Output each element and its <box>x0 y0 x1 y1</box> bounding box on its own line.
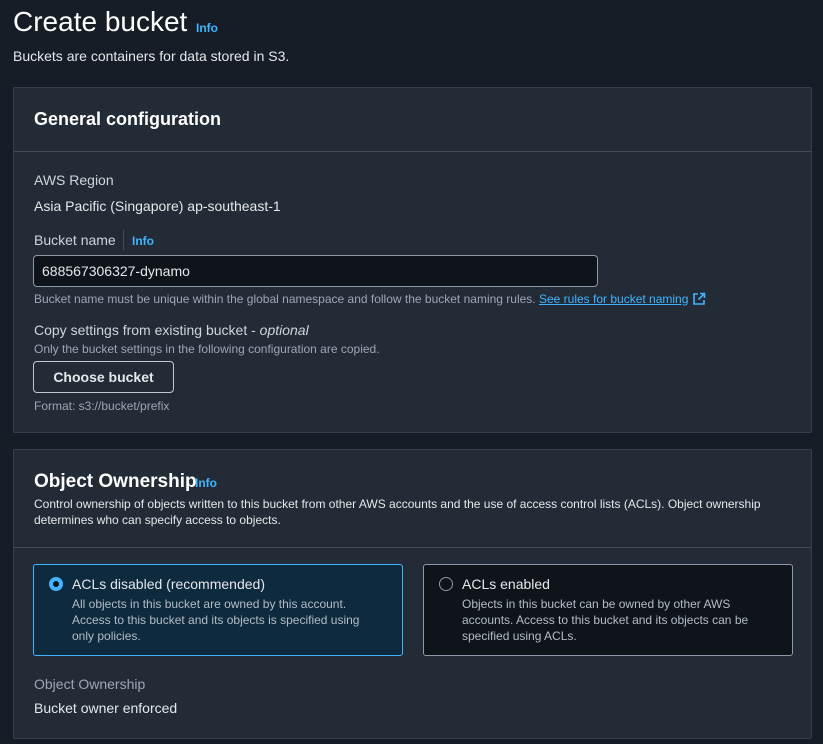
page-title: Create bucket <box>13 6 188 37</box>
acls-enabled-title: ACLs enabled <box>462 576 550 592</box>
acls-enabled-radio[interactable] <box>439 577 453 591</box>
external-link-icon <box>693 292 706 305</box>
acls-enabled-description: Objects in this bucket can be owned by o… <box>462 596 782 644</box>
acls-enabled-desc-line-3: specified using ACLs. <box>462 629 577 643</box>
acls-disabled-desc-line-1: All objects in this bucket are owned by … <box>72 597 347 611</box>
bucket-name-input[interactable] <box>33 255 598 287</box>
description-line-2: determines who can specify access to obj… <box>34 513 281 527</box>
title-info-link[interactable]: Info <box>196 21 218 35</box>
acls-enabled-option[interactable]: ACLs enabled Objects in this bucket can … <box>423 564 793 656</box>
general-configuration-title: General configuration <box>34 109 222 129</box>
object-ownership-result-value: Bucket owner enforced <box>34 700 178 716</box>
object-ownership-info-link[interactable]: Info <box>195 476 217 490</box>
description-line-1: Control ownership of objects written to … <box>34 497 761 511</box>
panel-divider <box>14 547 811 548</box>
object-ownership-description: Control ownership of objects written to … <box>34 496 761 528</box>
object-ownership-title: Object Ownership <box>34 471 197 492</box>
acls-disabled-option[interactable]: ACLs disabled (recommended) All objects … <box>33 564 403 656</box>
region-value: Asia Pacific (Singapore) ap-southeast-1 <box>34 198 281 214</box>
acls-disabled-desc-line-2: Access to this bucket and its objects is… <box>72 613 360 627</box>
object-ownership-result-label: Object Ownership <box>34 676 146 692</box>
acls-disabled-description: All objects in this bucket are owned by … <box>72 596 392 644</box>
optional-tag: optional <box>259 322 309 338</box>
bucket-name-label: Bucket name <box>34 232 116 248</box>
bucket-name-hint-text: Bucket name must be unique within the gl… <box>34 292 536 306</box>
panel-divider <box>14 151 811 152</box>
general-configuration-panel: General configuration AWS Region Asia Pa… <box>13 87 812 433</box>
bucket-name-hint: Bucket name must be unique within the gl… <box>34 292 706 306</box>
acls-enabled-desc-line-2: accounts. Access to this bucket and its … <box>462 613 749 627</box>
rules-link-label: See rules for bucket naming <box>538 292 689 306</box>
acls-disabled-title: ACLs disabled (recommended) <box>72 576 265 592</box>
bucket-name-info-link[interactable]: Info <box>132 234 154 248</box>
page-description: Buckets are containers for data stored i… <box>13 48 290 64</box>
rules-link[interactable]: See rules for bucket naming <box>539 292 706 306</box>
region-label: AWS Region <box>34 172 114 188</box>
object-ownership-panel: Object Ownership Info Control ownership … <box>13 449 812 739</box>
label-divider <box>123 230 124 250</box>
acls-enabled-desc-line-1: Objects in this bucket can be owned by o… <box>462 597 731 611</box>
acls-disabled-desc-line-3: only policies. <box>72 629 141 643</box>
copy-settings-text: Copy settings from existing bucket - <box>34 322 256 338</box>
copy-settings-label: Copy settings from existing bucket - opt… <box>34 322 309 338</box>
format-hint: Format: s3://bucket/prefix <box>34 399 170 413</box>
choose-bucket-button[interactable]: Choose bucket <box>33 361 174 393</box>
copy-settings-description: Only the bucket settings in the followin… <box>34 342 380 356</box>
acls-disabled-radio[interactable] <box>49 577 63 591</box>
